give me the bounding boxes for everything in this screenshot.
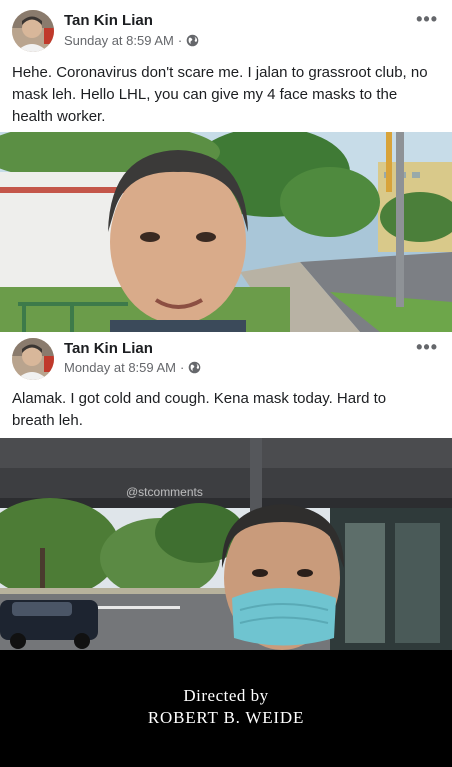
timestamp[interactable]: Sunday at 8:59 AM — [64, 33, 174, 48]
post-photo-selfie-with-mask[interactable] — [0, 438, 452, 650]
timestamp[interactable]: Monday at 8:59 AM — [64, 360, 176, 375]
post-text: Hehe. Coronavirus don't scare me. I jala… — [12, 64, 428, 125]
more-options-button[interactable]: ••• — [412, 10, 442, 28]
post-meta: Sunday at 8:59 AM · — [64, 33, 199, 48]
author-name[interactable]: Tan Kin Lian — [64, 12, 153, 29]
separator: · — [180, 360, 185, 375]
watermark: @stcomments — [126, 485, 203, 499]
credits-line-directed-by: Directed by — [183, 686, 269, 705]
more-options-button[interactable]: ••• — [412, 338, 442, 356]
avatar[interactable] — [12, 338, 54, 380]
separator: · — [177, 33, 183, 48]
credits-line-director-name: ROBERT B. WEIDE — [147, 708, 305, 727]
post-header: Tan Kin Lian Monday at 8:59 AM · ••• — [0, 332, 452, 382]
author-name[interactable]: Tan Kin Lian — [64, 340, 153, 357]
post-meta: Monday at 8:59 AM · — [64, 360, 201, 375]
credits-banner: Directed by ROBERT B. WEIDE — [0, 650, 452, 767]
globe-icon — [188, 361, 201, 374]
post-text: Alamak. I got cold and cough. Kena mask … — [12, 390, 387, 429]
post-2: Tan Kin Lian Monday at 8:59 AM · ••• Ala… — [0, 332, 452, 438]
post-photo-selfie-no-mask[interactable] — [0, 132, 452, 332]
post-header: Tan Kin Lian Sunday at 8:59 AM · ••• — [0, 0, 452, 52]
globe-icon — [186, 34, 199, 47]
post-1: Tan Kin Lian Sunday at 8:59 AM · ••• Heh… — [0, 0, 452, 132]
avatar[interactable] — [12, 10, 54, 52]
